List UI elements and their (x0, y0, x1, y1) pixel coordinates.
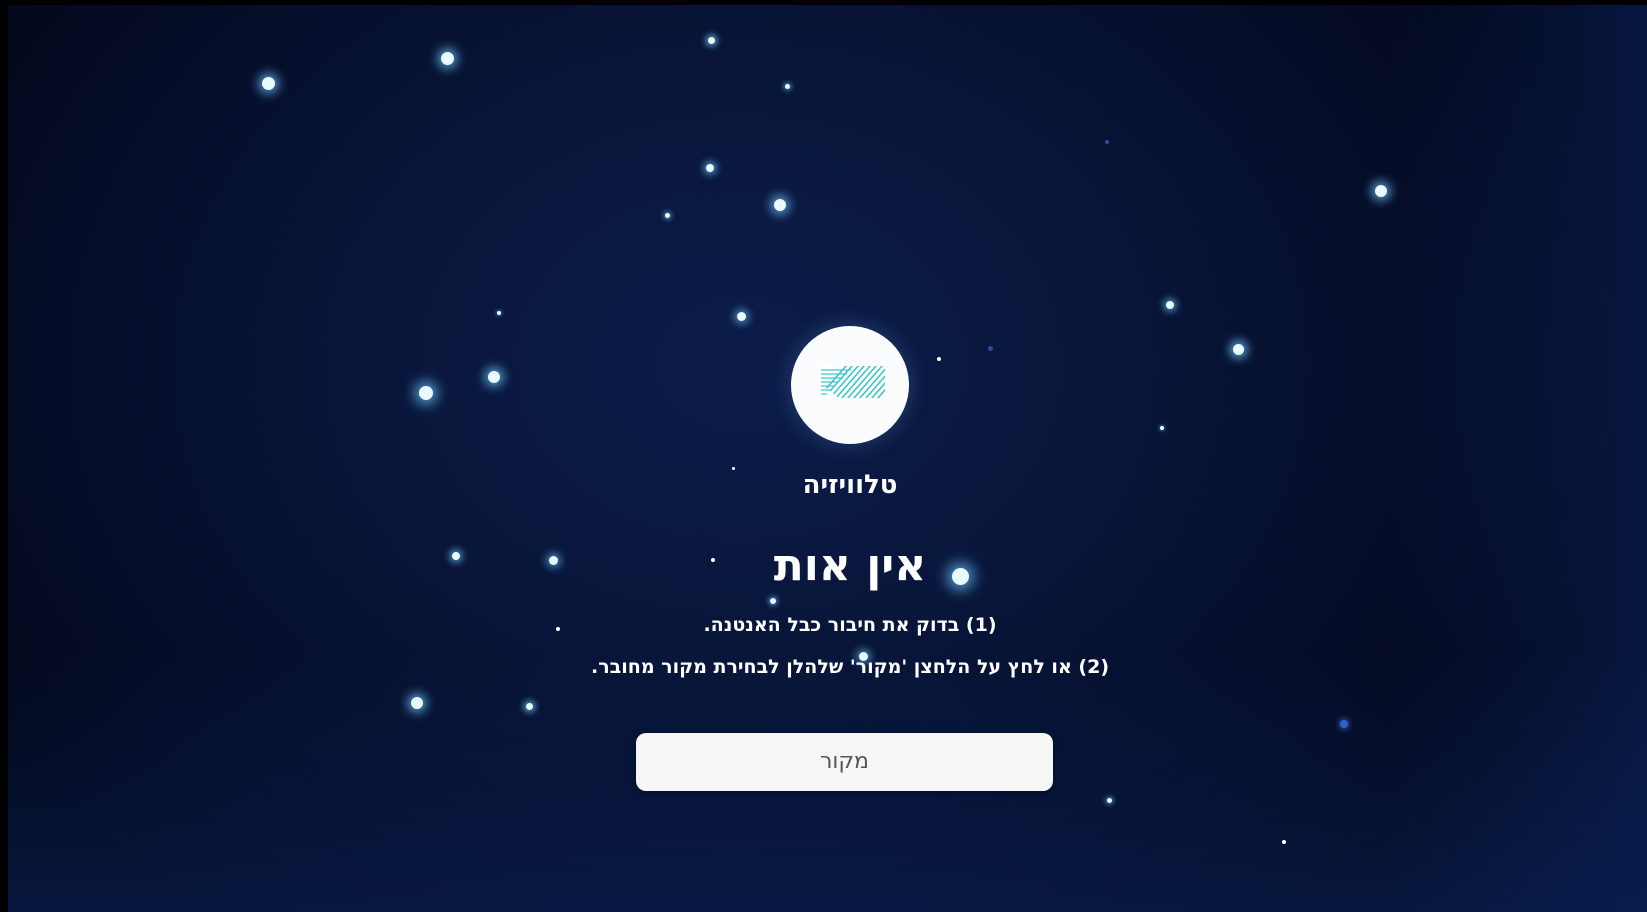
star (706, 164, 714, 172)
instruction-select-source: (2) או לחץ על הלחצן 'מקור' שלהלן לבחירת … (591, 656, 1109, 678)
screen-bezel-left (0, 0, 8, 912)
star (988, 346, 993, 351)
star (770, 598, 776, 604)
star (774, 199, 786, 211)
star (1160, 426, 1164, 430)
star (785, 84, 790, 89)
star (1282, 840, 1286, 844)
star (549, 556, 558, 565)
star (262, 77, 275, 90)
star (1340, 720, 1348, 728)
star (411, 697, 423, 709)
no-signal-screen: טלוויזיה אין אות (1) בדוק את חיבור כבל ה… (0, 0, 1647, 912)
star (1105, 140, 1109, 144)
star (452, 552, 460, 560)
star (497, 311, 501, 315)
instruction-check-antenna: (1) בדוק את חיבור כבל האנטנה. (703, 614, 997, 636)
star (526, 703, 533, 710)
source-button[interactable]: מקור (636, 733, 1053, 791)
no-signal-title: אין אות (773, 540, 927, 591)
star (937, 357, 941, 361)
screen-bezel-top (0, 0, 1647, 5)
star (488, 371, 500, 383)
star (1166, 301, 1174, 309)
star (1233, 344, 1244, 355)
star (1107, 798, 1112, 803)
star (441, 52, 454, 65)
star (737, 312, 746, 321)
star (708, 37, 715, 44)
star (419, 386, 433, 400)
star (1375, 185, 1387, 197)
input-source-name: טלוויזיה (802, 470, 898, 500)
star (665, 213, 670, 218)
tv-antenna-icon (791, 326, 909, 444)
